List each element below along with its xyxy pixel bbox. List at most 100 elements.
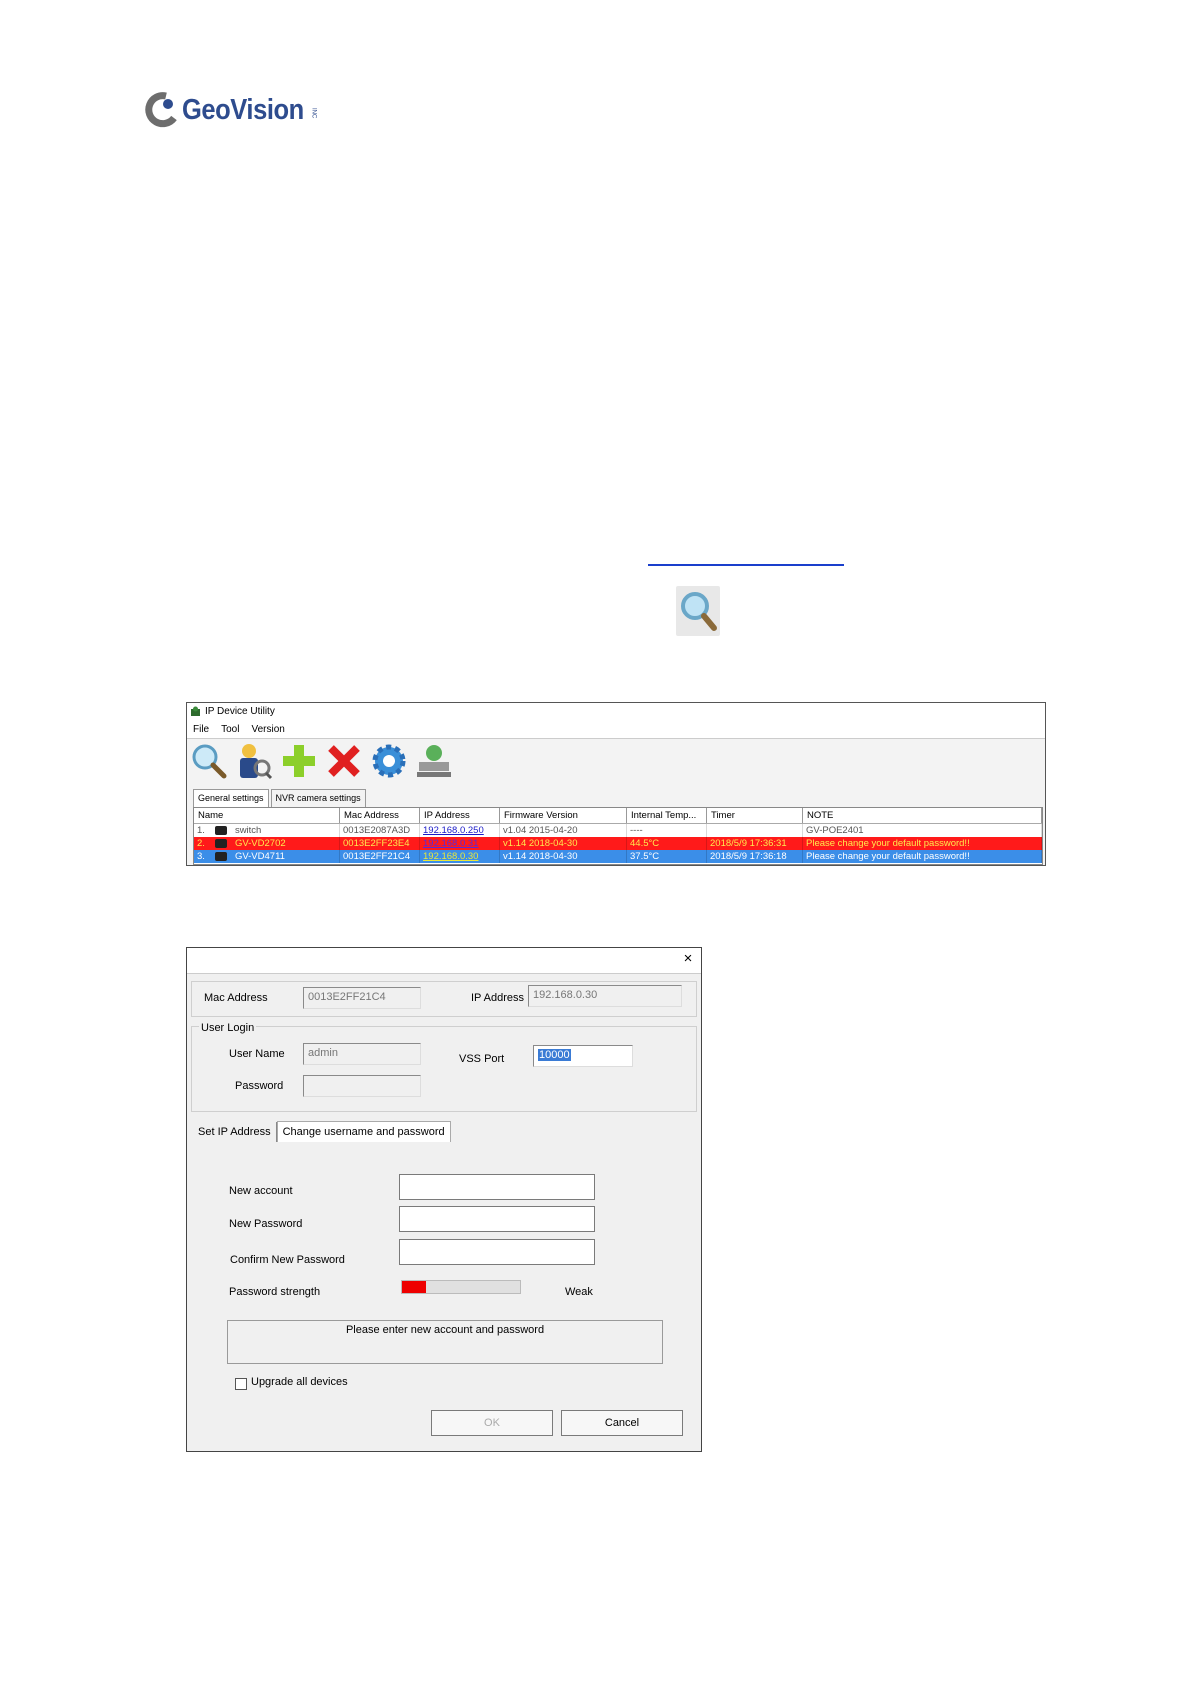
column-header[interactable]: Internal Temp... (627, 808, 707, 823)
row-mac: 0013E2FF23E4 (340, 837, 420, 850)
password-field[interactable] (303, 1075, 421, 1097)
delete-button[interactable] (324, 741, 364, 781)
row-ip-link[interactable]: 192.168.0.30 (423, 851, 478, 862)
settings-button[interactable] (369, 741, 409, 781)
search-icon (676, 586, 720, 636)
cancel-button[interactable]: Cancel (561, 1410, 683, 1436)
camera-icon (214, 838, 227, 848)
window-title: IP Device Utility (205, 706, 275, 717)
delete-icon (328, 745, 360, 777)
row-temp: ---- (627, 824, 707, 837)
logo-brand: GeoVision (182, 93, 304, 126)
menu-tool[interactable]: Tool (221, 724, 239, 735)
table-header: Name Mac Address IP Address Firmware Ver… (194, 808, 1042, 824)
column-header[interactable]: NOTE (803, 808, 1042, 823)
row-timer (707, 824, 803, 837)
new-account-input[interactable] (399, 1174, 595, 1200)
ip-field: 192.168.0.30 (528, 985, 682, 1007)
table-row[interactable]: 2. GV-VD2702 0013E2FF23E4 192.168.0.31 v1… (194, 837, 1042, 850)
row-temp: 37.5°C (627, 850, 707, 863)
row-ip-link[interactable]: 192.168.0.31 (423, 838, 478, 849)
row-number: 1. (197, 825, 205, 836)
password-strength-bar (401, 1280, 521, 1294)
ip-label: IP Address (471, 992, 524, 1004)
column-header[interactable]: IP Address (420, 808, 500, 823)
confirm-password-input[interactable] (399, 1239, 595, 1265)
dialog-tabs: Set IP Address Change username and passw… (193, 1120, 451, 1142)
logo-suffix: INC (310, 107, 317, 119)
row-temp: 44.5°C (627, 837, 707, 850)
column-header[interactable]: Mac Address (340, 808, 420, 823)
user-login-group (191, 1026, 697, 1112)
row-name: GV-VD4711 (234, 851, 285, 862)
add-button[interactable] (279, 741, 319, 781)
vss-port-field[interactable]: 10000 (533, 1045, 633, 1067)
network-icon (417, 745, 451, 777)
username-field[interactable]: admin (303, 1043, 421, 1065)
gear-icon (372, 744, 406, 778)
new-password-label: New Password (229, 1218, 303, 1230)
new-password-input[interactable] (399, 1206, 595, 1232)
tab-nvr-camera-settings[interactable]: NVR camera settings (270, 789, 366, 807)
password-label: Password (235, 1080, 284, 1092)
column-header[interactable]: Firmware Version (500, 808, 627, 823)
table-row[interactable]: 1. switch 0013E2087A3D 192.168.0.250 v1.0… (194, 824, 1042, 837)
tab-general-settings[interactable]: General settings (193, 789, 269, 807)
row-timer: 2018/5/9 17:36:18 (707, 850, 803, 863)
geovision-logo: GeoVision INC (144, 90, 316, 130)
window-titlebar: IP Device Utility (187, 703, 1045, 720)
search-button[interactable] (189, 741, 229, 781)
message-box: Please enter new account and password (227, 1320, 663, 1364)
row-ip-link[interactable]: 192.168.0.250 (423, 825, 484, 836)
menu-bar: File Tool Version (187, 720, 1045, 739)
row-firmware: v1.14 2018-04-30 (500, 850, 627, 863)
tab-change-username-password[interactable]: Change username and password (276, 1121, 451, 1142)
add-icon (283, 745, 315, 777)
app-icon (191, 706, 200, 716)
row-mac: 0013E2FF21C4 (340, 850, 420, 863)
change-password-dialog: × Mac Address 0013E2FF21C4 IP Address 19… (186, 947, 702, 1452)
mac-label: Mac Address (204, 992, 268, 1004)
row-number: 3. (197, 851, 205, 862)
vss-port-label: VSS Port (459, 1053, 505, 1065)
menu-version[interactable]: Version (251, 724, 284, 735)
tab-set-ip-address[interactable]: Set IP Address (193, 1122, 277, 1142)
message-text: Please enter new account and password (345, 1324, 545, 1336)
row-name: switch (234, 825, 262, 836)
table-row[interactable]: 3. GV-VD4711 0013E2FF21C4 192.168.0.30 v1… (194, 850, 1042, 863)
confirm-password-label: Confirm New Password (230, 1254, 345, 1266)
row-timer: 2018/5/9 17:36:31 (707, 837, 803, 850)
ip-device-utility-window: IP Device Utility File Tool Version Gene… (186, 702, 1046, 866)
row-mac: 0013E2087A3D (340, 824, 420, 837)
network-button[interactable] (414, 741, 454, 781)
password-strength-value: Weak (565, 1286, 593, 1298)
row-note: GV-POE2401 (803, 824, 1042, 837)
search-icon (192, 744, 227, 779)
column-header[interactable]: Timer (707, 808, 803, 823)
vss-port-value: 10000 (538, 1049, 571, 1061)
row-firmware: v1.04 2015-04-20 (500, 824, 627, 837)
column-header[interactable]: Name (194, 808, 340, 823)
camera-icon (214, 851, 227, 861)
user-settings-button[interactable] (234, 741, 274, 781)
switch-icon (214, 825, 227, 835)
row-name: GV-VD2702 (234, 838, 286, 849)
row-firmware: v1.14 2018-04-30 (500, 837, 627, 850)
utility-tabs: General settings NVR camera settings (193, 789, 368, 807)
close-icon[interactable]: × (679, 950, 697, 968)
user-login-title: User Login (199, 1022, 257, 1034)
geovision-logo-icon (145, 92, 177, 128)
ok-button[interactable]: OK (431, 1410, 553, 1436)
upgrade-all-checkbox[interactable] (235, 1378, 247, 1390)
user-settings-icon (240, 744, 273, 780)
mac-field: 0013E2FF21C4 (303, 987, 421, 1009)
dialog-titlebar: × (187, 948, 701, 974)
menu-file[interactable]: File (193, 724, 209, 735)
upgrade-all-label: Upgrade all devices (251, 1376, 348, 1388)
document-link[interactable] (648, 540, 844, 566)
row-number: 2. (197, 838, 205, 849)
password-strength-fill (402, 1281, 426, 1293)
device-table: Name Mac Address IP Address Firmware Ver… (193, 807, 1043, 865)
toolbar (189, 740, 459, 782)
username-label: User Name (229, 1048, 285, 1060)
